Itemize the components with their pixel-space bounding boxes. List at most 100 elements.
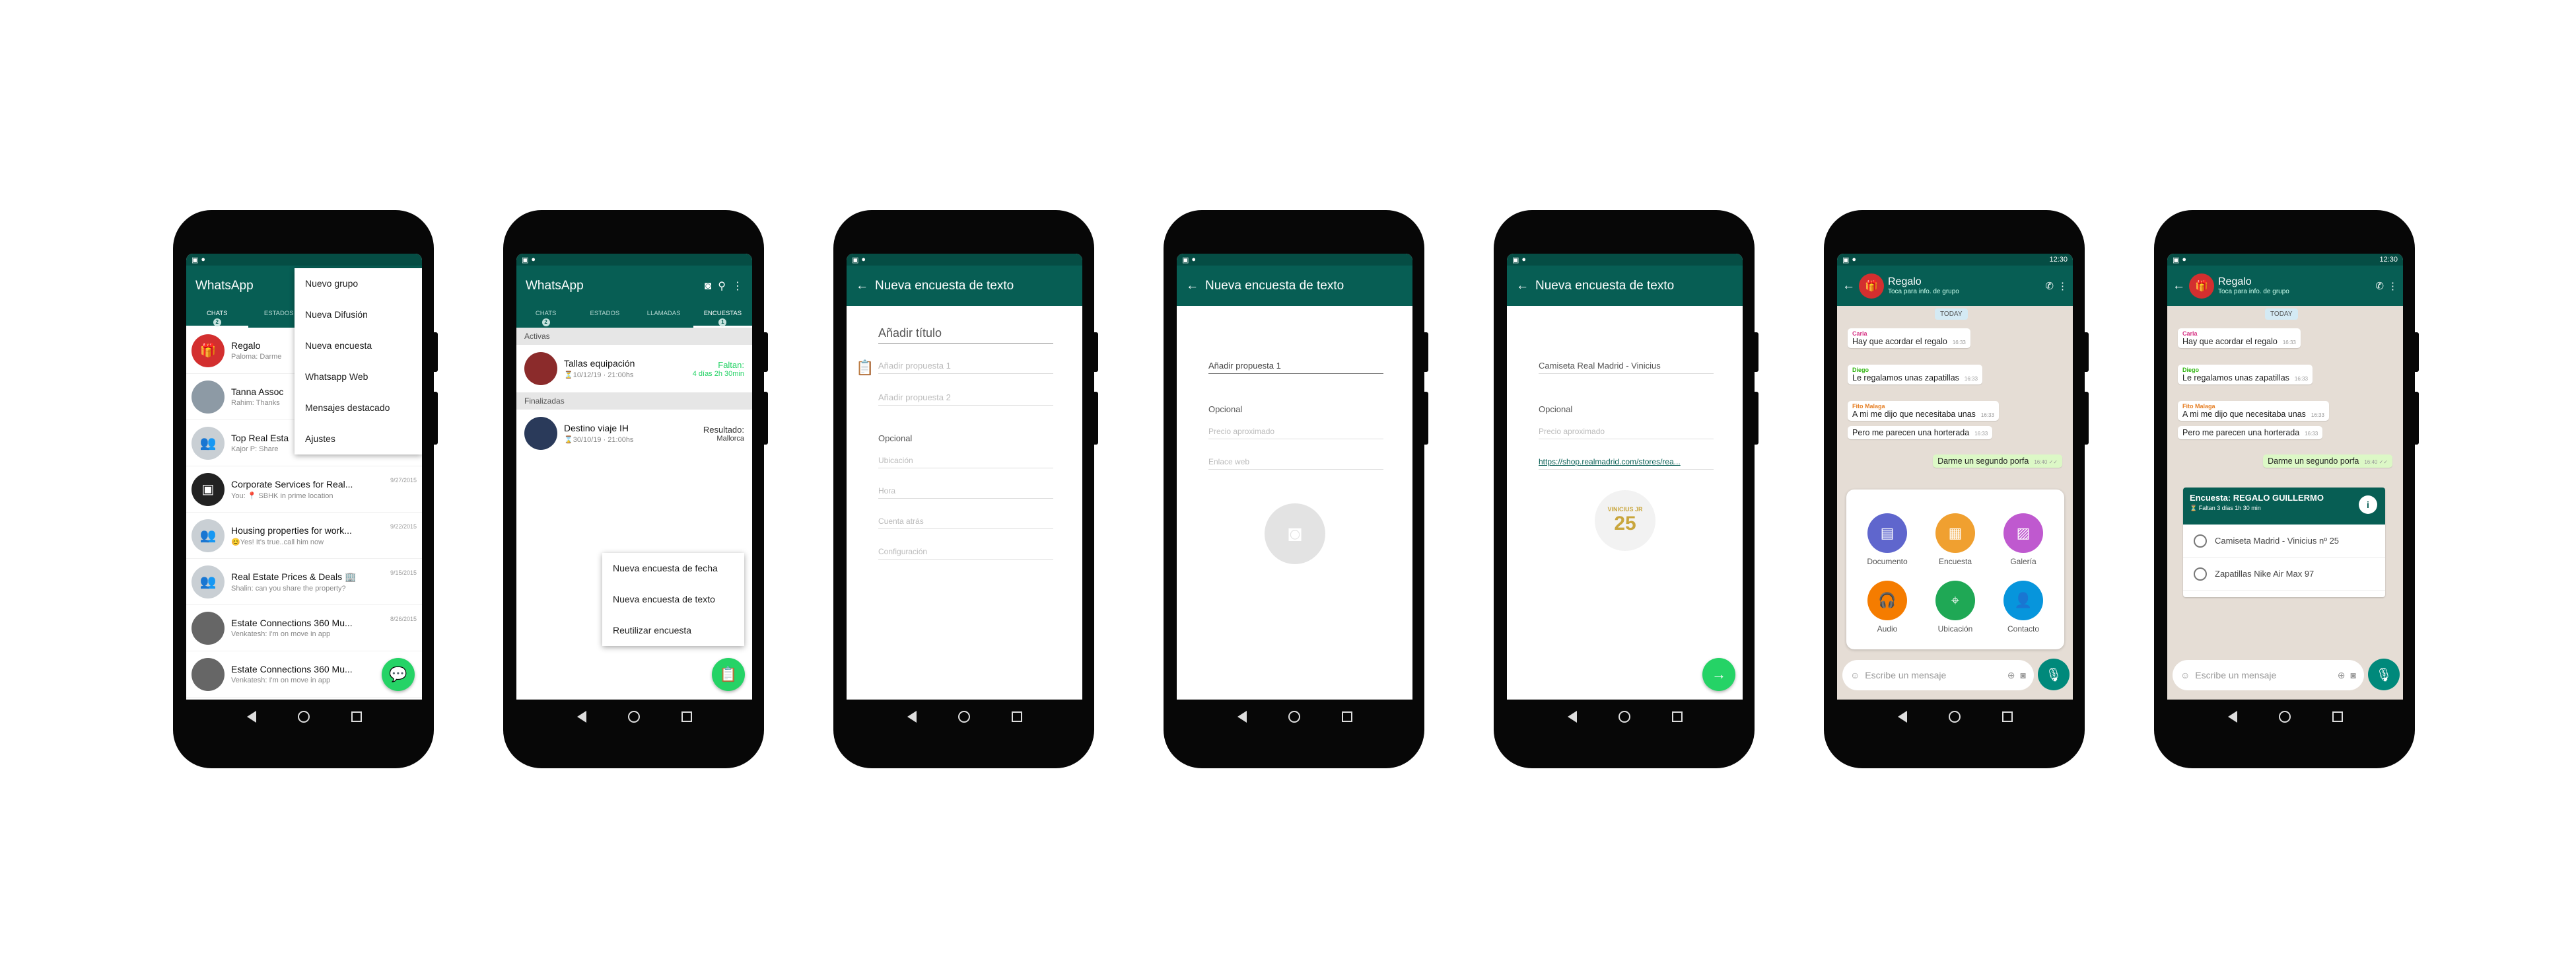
time-input[interactable]: Hora — [878, 486, 1053, 499]
chat-item[interactable]: 👥 Housing properties for work... 😊Yes! It'… — [186, 513, 422, 559]
camera-icon[interactable]: ◙ — [2351, 670, 2356, 680]
back-icon[interactable] — [1567, 711, 1577, 723]
poll-message[interactable]: Encuesta: REGALO GUILLERMO ⏳ Faltan 3 dí… — [2183, 488, 2385, 597]
recents-icon[interactable] — [1671, 711, 1683, 722]
group-avatar[interactable]: 🎁 — [2189, 273, 2214, 299]
countdown-input[interactable]: Cuenta atrás — [878, 517, 1053, 529]
back-arrow-icon[interactable]: ← — [2173, 279, 2185, 293]
link-field[interactable]: https://shop.realmadrid.com/stores/rea..… — [1539, 457, 1714, 470]
back-arrow-icon[interactable]: ← — [1186, 279, 1199, 293]
price-input[interactable]: Precio aproximado — [1539, 427, 1714, 439]
tab-chats[interactable]: CHATS 2 — [186, 306, 248, 328]
menu-item-mensajes-destacados[interactable]: Mensajes destacado — [295, 392, 422, 423]
message-bubble-outgoing[interactable]: Darme un segundo porfa 16:40 ✓✓ — [2263, 454, 2392, 468]
recents-icon[interactable] — [1011, 711, 1022, 722]
message-input[interactable]: ☺ Escribe un mensaje ⊕ ◙ — [2173, 660, 2364, 690]
attach-ubicacion[interactable]: ⌖ Ubicación — [1929, 581, 1982, 634]
chat-item[interactable]: 👥 Real Estate Prices & Deals 🏢 Shalin: can… — [186, 559, 422, 605]
price-input[interactable]: Precio aproximado — [1208, 427, 1383, 439]
configuration-input[interactable]: Configuración — [878, 547, 1053, 560]
title-input[interactable]: Añadir título — [878, 326, 1053, 344]
home-icon[interactable] — [1948, 711, 1961, 723]
more-icon[interactable]: ⋮ — [2058, 280, 2068, 292]
recents-icon[interactable] — [2332, 711, 2343, 722]
chat-item[interactable]: Estate Connections 360 Mu... Venkatesh: I… — [186, 605, 422, 651]
home-icon[interactable] — [2278, 711, 2291, 723]
message-bubble[interactable]: Pero me parecen una horterada 16:33 — [2178, 426, 2323, 439]
tab-estados[interactable]: ESTADOS — [575, 306, 634, 328]
back-arrow-icon[interactable]: ← — [1516, 279, 1529, 293]
home-icon[interactable] — [1618, 711, 1630, 723]
back-icon[interactable] — [2227, 711, 2237, 723]
menu-item-nueva-difusion[interactable]: Nueva Difusión — [295, 299, 422, 330]
new-chat-button[interactable]: 💬 — [382, 658, 415, 691]
more-icon[interactable]: ⋮ — [732, 279, 743, 293]
emoji-icon[interactable]: ☺ — [2180, 670, 2190, 680]
menu-item-ajustes[interactable]: Ajustes — [295, 423, 422, 454]
message-bubble-outgoing[interactable]: Darme un segundo porfa 16:40 ✓✓ — [1933, 454, 2062, 468]
radio-button[interactable] — [2194, 534, 2207, 548]
poll-item[interactable]: Tallas equipación ⏳10/12/19 · 21:00hs Fal… — [516, 345, 752, 392]
chat-title[interactable]: Regalo — [2218, 276, 2289, 288]
message-bubble[interactable]: Diego Le regalamos unas zapatillas 16:33 — [2178, 365, 2313, 384]
emoji-icon[interactable]: ☺ — [1850, 670, 1860, 680]
radio-button[interactable] — [2194, 567, 2207, 581]
message-bubble[interactable]: Carla Hay que acordar el regalo 16:33 — [2178, 328, 2301, 348]
home-icon[interactable] — [957, 711, 970, 723]
call-icon[interactable]: ✆ — [2375, 280, 2384, 292]
message-bubble[interactable]: Pero me parecen una horterada 16:33 — [1848, 426, 1993, 439]
call-icon[interactable]: ✆ — [2045, 280, 2054, 292]
home-icon[interactable] — [297, 711, 310, 723]
chat-item[interactable]: ▣ Corporate Services for Real... You: 📍 SB… — [186, 466, 422, 513]
home-icon[interactable] — [627, 711, 640, 723]
attach-galeria[interactable]: ▨ Galería — [1997, 513, 2050, 566]
camera-icon[interactable]: ◙ — [705, 279, 711, 293]
poll-option[interactable]: Zapatillas Nike Air Max 97 — [2183, 558, 2385, 591]
back-arrow-icon[interactable]: ← — [856, 279, 868, 293]
attach-encuesta[interactable]: ▦ Encuesta — [1929, 513, 1982, 566]
back-icon[interactable] — [1237, 711, 1247, 723]
next-button[interactable]: → — [1702, 658, 1735, 691]
mic-button[interactable]: 🎙 — [2368, 659, 2400, 690]
attach-icon[interactable]: ⊕ — [2007, 670, 2015, 681]
attach-audio[interactable]: 🎧 Audio — [1861, 581, 1914, 634]
tab-chats[interactable]: CHATS 2 — [516, 306, 575, 328]
attach-icon[interactable]: ⊕ — [2338, 670, 2346, 681]
camera-icon[interactable]: ◙ — [2021, 670, 2026, 680]
proposal-input[interactable]: Añadir propuesta 1 — [1208, 361, 1383, 374]
message-bubble[interactable]: Fito Malaga A mi me dijo que necesitaba u… — [1848, 401, 1999, 421]
recents-icon[interactable] — [681, 711, 692, 722]
menu-item-whatsapp-web[interactable]: Whatsapp Web — [295, 361, 422, 392]
tab-encuestas[interactable]: ENCUESTAS 1 — [693, 306, 752, 328]
link-input[interactable]: Enlace web — [1208, 457, 1383, 470]
attach-documento[interactable]: ▤ Documento — [1861, 513, 1914, 566]
back-icon[interactable] — [576, 711, 586, 723]
proposal-input[interactable]: Añadir propuesta 1 — [878, 361, 1053, 374]
new-poll-button[interactable]: 📋 — [712, 658, 745, 691]
message-bubble[interactable]: Fito Malaga A mi me dijo que necesitaba u… — [2178, 401, 2329, 421]
group-avatar[interactable]: 🎁 — [1859, 273, 1884, 299]
menu-item-encuesta-texto[interactable]: Nueva encuesta de texto — [602, 584, 744, 615]
menu-item-encuesta-fecha[interactable]: Nueva encuesta de fecha — [602, 553, 744, 584]
tab-llamadas[interactable]: LLAMADAS — [635, 306, 693, 328]
home-icon[interactable] — [1288, 711, 1300, 723]
recents-icon[interactable] — [1341, 711, 1352, 722]
message-bubble[interactable]: Carla Hay que acordar el regalo 16:33 — [1848, 328, 1970, 348]
recents-icon[interactable] — [2002, 711, 2013, 722]
proposal-input[interactable]: Añadir propuesta 2 — [878, 392, 1053, 406]
menu-item-reutilizar[interactable]: Reutilizar encuesta — [602, 615, 744, 646]
poll-item[interactable]: Destino viaje IH ⌛30/10/19 · 21:00hs Resu… — [516, 410, 752, 457]
chat-title[interactable]: Regalo — [1888, 276, 1959, 288]
info-icon[interactable]: i — [2359, 495, 2377, 514]
back-arrow-icon[interactable]: ← — [1842, 279, 1855, 293]
back-icon[interactable] — [907, 711, 917, 723]
recents-icon[interactable] — [351, 711, 362, 722]
proposal-input[interactable]: Camiseta Real Madrid - Vinicius — [1539, 361, 1714, 374]
add-photo-button[interactable]: ◙ — [1265, 503, 1325, 564]
back-icon[interactable] — [1897, 711, 1907, 723]
search-icon[interactable]: ⚲ — [718, 279, 726, 293]
menu-item-nuevo-grupo[interactable]: Nuevo grupo — [295, 268, 422, 299]
poll-option[interactable]: Camiseta Madrid - Vinicius nº 25 — [2183, 525, 2385, 558]
location-input[interactable]: Ubicación — [878, 456, 1053, 468]
more-icon[interactable]: ⋮ — [2388, 280, 2398, 292]
